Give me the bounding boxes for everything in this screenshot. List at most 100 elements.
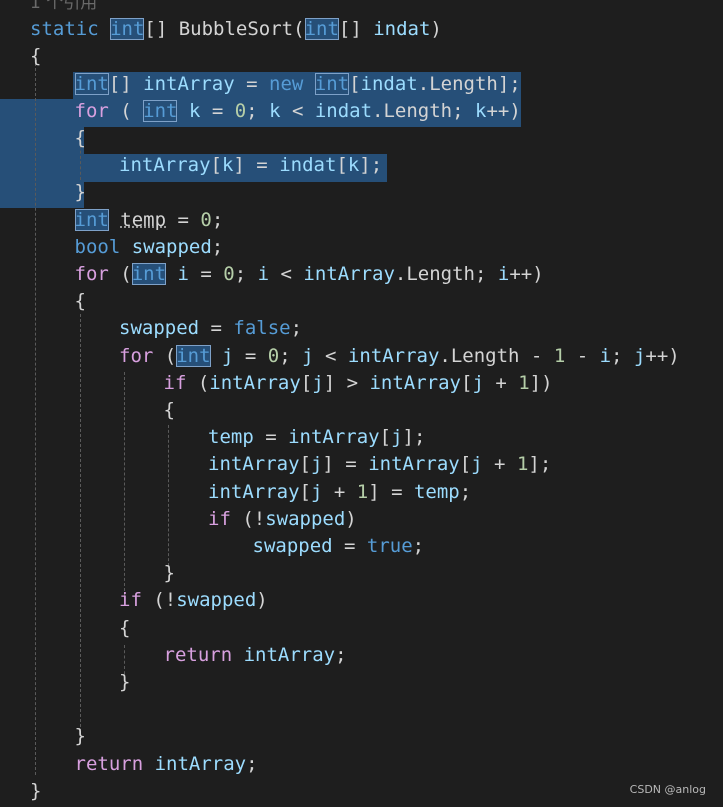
code-token: i: [599, 344, 612, 367]
indent-guide: [168, 425, 169, 566]
code-line: for (int j = 0; j < intArray.Length - 1 …: [119, 343, 680, 370]
code-line: }: [30, 778, 41, 805]
code-line: {: [164, 397, 175, 424]
code-token: ++): [509, 263, 544, 285]
code-token: =: [233, 344, 268, 367]
code-token: 0: [223, 263, 235, 285]
code-token: ] >: [323, 371, 370, 394]
code-token: ] =: [322, 453, 369, 476]
code-token: []: [108, 72, 144, 95]
code-token: }: [119, 671, 131, 693]
code-token: (!: [141, 589, 177, 612]
code-token: ;: [290, 317, 303, 340]
code-token: <: [269, 263, 304, 285]
code-token: {: [163, 399, 175, 421]
code-token: (: [108, 99, 144, 122]
code-line: temp = intArray[j];: [208, 424, 425, 451]
code-token: for: [119, 344, 154, 367]
code-token: ;: [234, 263, 258, 285]
code-token: j: [391, 426, 403, 449]
code-token: j: [471, 453, 483, 476]
code-token: swapped: [119, 317, 200, 340]
code-token: }: [74, 181, 86, 204]
code-token: intArray: [208, 480, 300, 503]
code-token: 0: [200, 208, 212, 231]
code-line: return intArray;: [75, 751, 258, 778]
code-token: 1: [553, 344, 566, 367]
code-token: j: [310, 453, 323, 476]
code-token: ): [345, 507, 357, 530]
code-token: .Length -: [439, 344, 554, 367]
code-token: .Length;: [372, 99, 475, 122]
code-token: intArray: [368, 453, 460, 476]
code-line: }: [119, 669, 130, 696]
code-line: for ( int k = 0; k < indat.Length; k++): [75, 98, 521, 125]
code-token: 1: [518, 371, 530, 394]
code-token: ;: [279, 344, 303, 367]
code-token: [: [459, 453, 472, 476]
code-token: ++): [645, 344, 680, 367]
code-token: int: [304, 18, 339, 41]
code-token: .Length;: [394, 263, 498, 285]
code-token: return: [74, 752, 155, 775]
code-token: }: [74, 725, 86, 748]
code-token: =: [234, 72, 269, 95]
code-token: intArray: [288, 426, 380, 449]
code-token: ;: [246, 752, 258, 775]
code-token: int: [176, 344, 211, 367]
code-token: }: [30, 779, 42, 802]
code-token: intArray: [119, 154, 211, 177]
code-line: return intArray;: [164, 642, 347, 669]
code-token: intArray: [243, 643, 336, 666]
code-token: intArray: [143, 72, 235, 95]
code-token: =: [332, 535, 367, 557]
code-editor[interactable]: 1 个引用 static int[] BubbleSort(int[] indat…: [0, 0, 723, 807]
code-token: {: [119, 616, 131, 639]
code-token: k: [221, 154, 234, 177]
code-token: j: [312, 371, 324, 394]
code-token: int: [110, 18, 145, 41]
code-line: }: [75, 723, 86, 750]
code-token: [: [460, 371, 473, 394]
code-token: int: [131, 263, 167, 285]
indent-guide: [124, 372, 125, 596]
code-token: intArray: [347, 344, 440, 367]
code-token: <: [313, 344, 348, 367]
indent-guide: [80, 314, 81, 732]
code-line: {: [119, 615, 130, 642]
code-line: if (!swapped): [119, 587, 268, 614]
code-token: ] =: [233, 154, 280, 177]
code-token: ];: [402, 426, 426, 449]
code-token: temp: [208, 426, 254, 449]
code-token: [: [299, 453, 311, 476]
code-token: 0: [234, 99, 247, 122]
code-token: =: [200, 99, 235, 122]
code-token: intArray: [208, 453, 300, 476]
selection-block: [0, 127, 84, 154]
code-token: <: [280, 99, 315, 122]
code-token: k: [269, 99, 281, 122]
code-token: return: [163, 643, 244, 666]
code-token: []: [338, 18, 374, 41]
code-token: ;: [246, 99, 270, 122]
code-token: ;: [611, 344, 634, 367]
code-token: +: [483, 371, 519, 394]
code-token: indat: [314, 99, 373, 122]
code-line: intArray[j] = intArray[j + 1];: [208, 451, 551, 478]
code-token: ;: [335, 643, 347, 666]
code-token: .Length];: [417, 72, 521, 95]
selection-block: [0, 181, 84, 208]
code-token: k: [188, 99, 201, 122]
code-token: [: [349, 72, 361, 95]
code-line: swapped = true;: [253, 533, 425, 560]
code-line: if (intArray[j] > intArray[j + 1]): [164, 370, 553, 397]
code-token: =: [188, 263, 224, 285]
code-token: 1: [516, 453, 529, 476]
code-token: (: [153, 344, 177, 367]
code-token: i: [497, 263, 510, 285]
code-token: j: [222, 344, 234, 367]
code-token: if: [208, 507, 231, 530]
code-line: for (int i = 0; i < intArray.Length; i++…: [75, 261, 544, 288]
code-line: bool swapped;: [75, 234, 224, 261]
